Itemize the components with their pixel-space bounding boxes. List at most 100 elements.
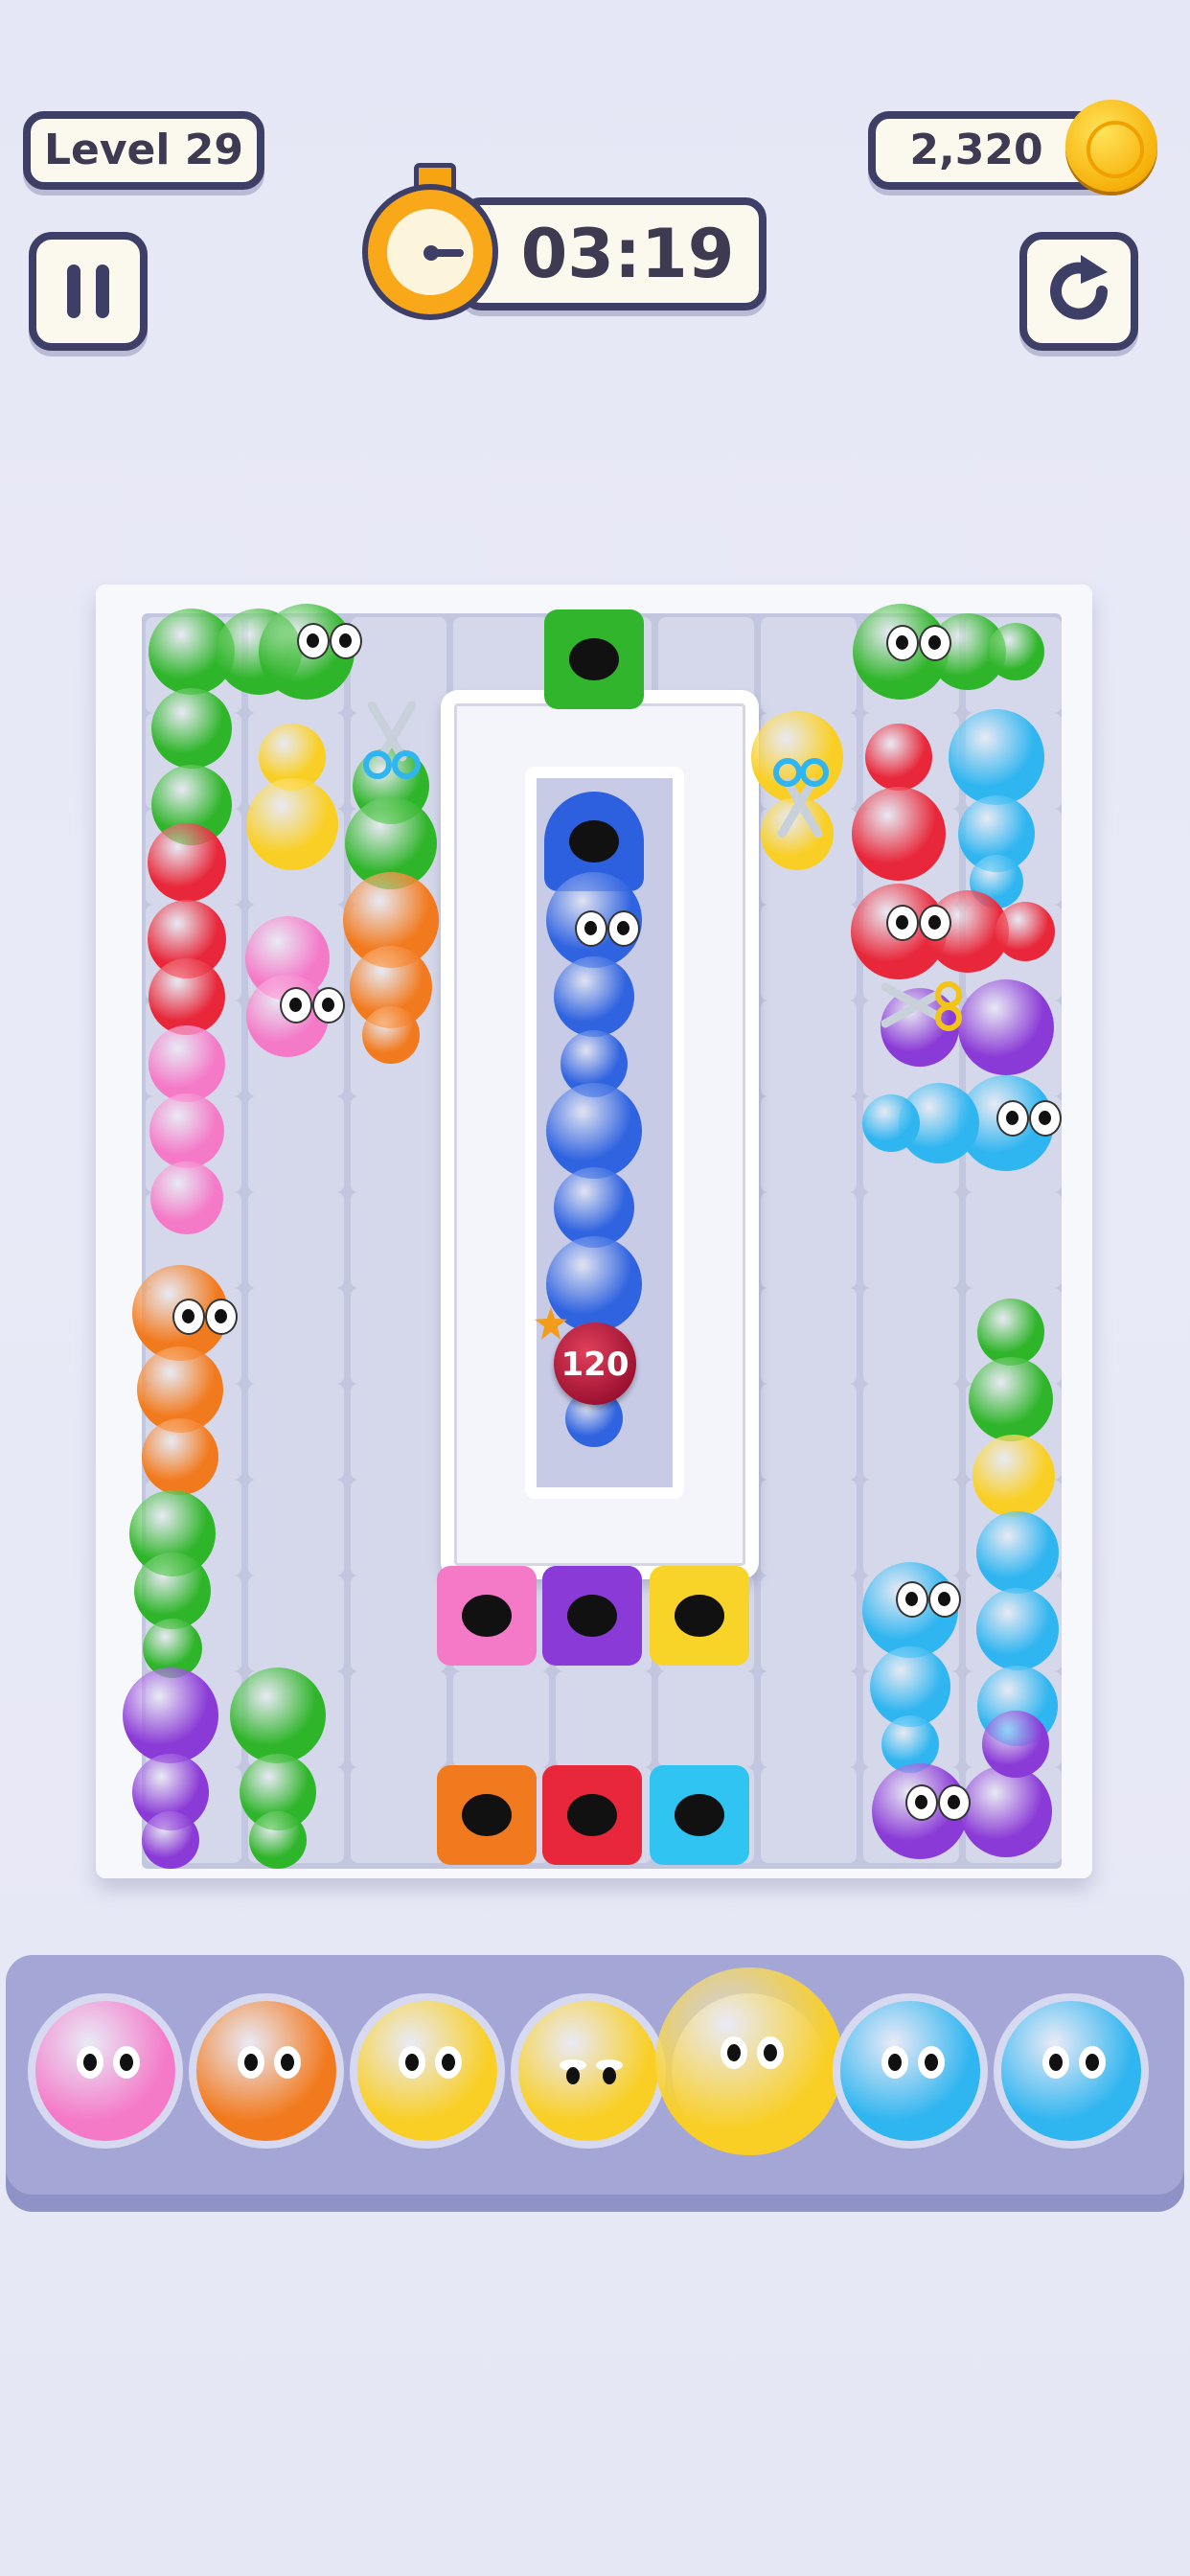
worm-segment — [149, 958, 225, 1035]
grid-cell — [248, 1192, 344, 1288]
level-label: Level 29 — [43, 126, 244, 174]
worm-segment — [982, 1711, 1049, 1778]
restart-button[interactable] — [1019, 232, 1138, 351]
grid-cell — [761, 1288, 857, 1384]
grid-cell — [351, 1671, 446, 1767]
restart-icon — [1050, 255, 1108, 320]
worm-segment — [123, 1668, 218, 1763]
worm-segment — [150, 1162, 223, 1234]
grid-cell — [761, 1671, 857, 1767]
worm-eye — [607, 910, 640, 947]
worm-eye — [886, 625, 919, 661]
tray-blob-yellow[interactable] — [655, 1967, 843, 2155]
grid-cell — [453, 1671, 549, 1767]
grid-cell — [863, 1192, 959, 1288]
tray-blob-yellow[interactable] — [518, 2001, 658, 2141]
bomb-counter: 120 — [561, 1346, 629, 1384]
worm-eye — [330, 623, 362, 659]
grid-cell — [351, 1767, 446, 1863]
worm-eye — [919, 905, 951, 941]
collection-tray — [6, 1955, 1184, 2195]
hole-pink — [437, 1566, 537, 1666]
pause-button[interactable] — [29, 232, 148, 351]
worm-segment — [151, 688, 232, 769]
grid-cell — [761, 1000, 857, 1096]
worm-eye — [1029, 1100, 1062, 1137]
worm-segment — [976, 1588, 1059, 1670]
blob-eye — [274, 2046, 301, 2079]
worm-segment — [977, 1299, 1044, 1366]
worm-segment — [142, 1811, 199, 1869]
grid-cell — [761, 1384, 857, 1480]
grid-cell — [248, 1288, 344, 1384]
grid-cell — [761, 1576, 857, 1671]
worm-eye — [996, 1100, 1029, 1137]
hole-cyan — [650, 1765, 749, 1865]
worm-eye — [297, 623, 330, 659]
worm-eye — [280, 987, 312, 1024]
blob-eye — [721, 2036, 747, 2069]
grid-cell — [248, 1576, 344, 1671]
worm-segment — [960, 1765, 1052, 1857]
worm-eye — [919, 625, 951, 661]
hole-orange — [437, 1765, 537, 1865]
grid-cell — [248, 1480, 344, 1576]
worm-eye — [928, 1581, 961, 1618]
worm-segment — [230, 1668, 326, 1763]
worm-segment — [852, 787, 946, 881]
hole-red — [542, 1765, 642, 1865]
worm-eye — [205, 1299, 238, 1335]
blob-eye — [77, 2046, 103, 2079]
tray-blob-pink[interactable] — [35, 2001, 175, 2141]
bomb-icon[interactable]: 120 — [535, 1307, 636, 1405]
blob-eye — [113, 2046, 140, 2079]
grid-cell — [761, 1480, 857, 1576]
timer-value: 03:19 — [520, 215, 735, 293]
grid-cell — [351, 617, 446, 713]
tray-blob-cyan[interactable] — [1001, 2001, 1141, 2141]
worm-segment — [149, 1025, 225, 1102]
stopwatch-icon — [362, 163, 498, 320]
worm-segment — [134, 1552, 211, 1629]
blob-eye — [399, 2046, 425, 2079]
worm-segment — [995, 902, 1055, 961]
grid-cell — [761, 1767, 857, 1863]
tray-blob-cyan[interactable] — [840, 2001, 980, 2141]
scissors-icon[interactable] — [767, 751, 834, 838]
worm-segment — [149, 1093, 224, 1168]
pause-icon — [67, 264, 109, 318]
scissors-icon[interactable] — [358, 702, 425, 782]
tray-blob-yellow[interactable] — [357, 2001, 497, 2141]
tray-blob-orange[interactable] — [196, 2001, 336, 2141]
worm-segment — [246, 778, 338, 870]
worm-segment — [949, 709, 1044, 805]
grid-cell — [248, 1384, 344, 1480]
blob-eye — [560, 2059, 586, 2084]
grid-cell — [761, 1192, 857, 1288]
timer-box: 03:19 — [460, 197, 767, 310]
hole-green — [544, 610, 644, 709]
grid-cell — [863, 1384, 959, 1480]
scissors-icon[interactable] — [881, 974, 970, 1037]
worm-eye — [312, 987, 345, 1024]
blob-eye — [596, 2059, 623, 2084]
worm-eye — [172, 1299, 205, 1335]
worm-eye — [905, 1784, 938, 1821]
worm-segment — [546, 1236, 642, 1332]
grid-cell — [556, 1671, 652, 1767]
worm-eye — [896, 1581, 928, 1618]
worm-eye — [575, 910, 607, 947]
grid-cell — [761, 1096, 857, 1192]
grid-cell — [351, 1480, 446, 1576]
blob-eye — [1042, 2046, 1069, 2079]
grid-cell — [966, 1192, 1062, 1288]
coin-icon — [1065, 100, 1157, 192]
worm-segment — [865, 724, 932, 791]
blob-eye — [238, 2046, 264, 2079]
grid-cell — [351, 1288, 446, 1384]
worm-eye — [938, 1784, 971, 1821]
worm-segment — [958, 979, 1054, 1075]
worm-segment — [554, 956, 634, 1037]
grid-cell — [351, 1576, 446, 1671]
worm-segment — [148, 823, 226, 902]
